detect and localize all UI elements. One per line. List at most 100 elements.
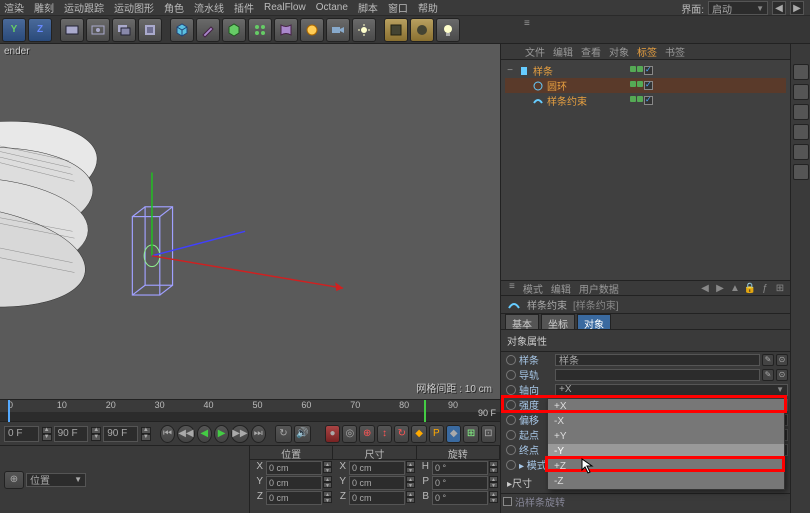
strip-btn-6[interactable]: [793, 164, 809, 180]
octane-1[interactable]: [384, 18, 408, 42]
attr-head-mode[interactable]: 模式: [523, 281, 543, 296]
coord-field[interactable]: 0 cm: [349, 461, 405, 475]
coord-mode-button[interactable]: ⊕: [4, 471, 24, 489]
light-button[interactable]: [352, 18, 376, 42]
key-pos-button[interactable]: ⊕: [359, 425, 374, 443]
key-scale-button[interactable]: ↕: [377, 425, 392, 443]
light-bulb-button[interactable]: [436, 18, 460, 42]
menu-plugins[interactable]: 插件: [234, 0, 254, 15]
frame-end-field[interactable]: 90 F: [103, 426, 138, 442]
spline-pen-button[interactable]: [196, 18, 220, 42]
om-tab-object[interactable]: 对象: [609, 44, 629, 59]
menu-motion-track[interactable]: 运动跟踪: [64, 0, 104, 15]
link-target-icon[interactable]: ⊙: [776, 354, 788, 366]
coord-field[interactable]: 0 °: [432, 461, 488, 475]
coord-field[interactable]: 0 °: [432, 476, 488, 490]
object-row[interactable]: 样条约束: [505, 93, 786, 108]
play-button[interactable]: ▶: [214, 425, 229, 443]
menu-render[interactable]: 渲染: [4, 0, 24, 15]
strip-btn-3[interactable]: [793, 104, 809, 120]
om-tab-file[interactable]: 文件: [525, 44, 545, 59]
attr-field[interactable]: +X▼: [555, 384, 788, 396]
coord-mode-drop[interactable]: 位置▼: [26, 473, 86, 487]
viewport[interactable]: ender 网格间距 : 10 cm: [0, 44, 500, 399]
object-manager[interactable]: −样条圆环样条约束: [501, 60, 790, 280]
attr-tab-basic[interactable]: 基本: [505, 314, 539, 329]
key-pla-button[interactable]: P: [429, 425, 444, 443]
array-button[interactable]: [248, 18, 272, 42]
key-opt-button[interactable]: ⊡: [481, 425, 496, 443]
layout-next[interactable]: ▶: [790, 1, 804, 15]
nav-fwd-icon[interactable]: ▶: [714, 282, 726, 294]
layout-prev[interactable]: ◀: [772, 1, 786, 15]
menu-mograph[interactable]: 运动图形: [114, 0, 154, 15]
key-rot-button[interactable]: ↻: [394, 425, 409, 443]
menu-octane[interactable]: Octane: [316, 2, 348, 13]
menu-sculpt[interactable]: 雕刻: [34, 0, 54, 15]
axis-z-button[interactable]: Z: [28, 18, 52, 42]
strip-btn-1[interactable]: [793, 64, 809, 80]
axis-option[interactable]: +Y: [548, 429, 784, 444]
render-view-button[interactable]: [60, 18, 84, 42]
frame-current-field[interactable]: 90 F: [54, 426, 89, 442]
frame-start-field[interactable]: 0 F: [4, 426, 39, 442]
menu-character[interactable]: 角色: [164, 0, 184, 15]
om-tab-edit[interactable]: 编辑: [553, 44, 573, 59]
attr-tab-object[interactable]: 对象: [577, 314, 611, 329]
nav-back-icon[interactable]: ◀: [699, 282, 711, 294]
coord-field[interactable]: 0 cm: [266, 461, 322, 475]
attr-head-edit[interactable]: 编辑: [551, 281, 571, 296]
key-all-button[interactable]: ⊞: [463, 425, 478, 443]
next-key-button[interactable]: ▶▶: [231, 425, 248, 443]
menu-script[interactable]: 脚本: [358, 0, 378, 15]
axis-option[interactable]: +X: [548, 399, 784, 414]
environment-button[interactable]: [300, 18, 324, 42]
om-menu-icon[interactable]: ≡: [524, 18, 530, 29]
nav-up-icon[interactable]: ▲: [729, 282, 741, 294]
key-sel-button[interactable]: ◆: [446, 425, 461, 443]
link-pick-icon[interactable]: ✎: [762, 354, 774, 366]
om-tab-view[interactable]: 查看: [581, 44, 601, 59]
coord-field[interactable]: 0 cm: [349, 491, 405, 505]
axis-y-button[interactable]: Y: [2, 18, 26, 42]
axis-option[interactable]: -X: [548, 414, 784, 429]
autokey-button[interactable]: ◎: [342, 425, 357, 443]
render-settings-button[interactable]: [112, 18, 136, 42]
link-pick-icon[interactable]: ✎: [762, 369, 774, 381]
attr-tab-coord[interactable]: 坐标: [541, 314, 575, 329]
primitive-cube-button[interactable]: [170, 18, 194, 42]
lock-icon[interactable]: 🔒: [744, 282, 756, 294]
octane-2[interactable]: [410, 18, 434, 42]
record-button[interactable]: ●: [325, 425, 340, 443]
object-row[interactable]: −样条: [505, 63, 786, 78]
axis-dropdown-open[interactable]: +X-X+Y-Y+Z-Z: [547, 398, 785, 490]
strip-btn-2[interactable]: [793, 84, 809, 100]
goto-end-button[interactable]: ⏭: [251, 425, 266, 443]
camera-button[interactable]: [326, 18, 350, 42]
om-tab-tags[interactable]: 标签: [637, 44, 657, 59]
menu-window[interactable]: 窗口: [388, 0, 408, 15]
menu-realflow[interactable]: RealFlow: [264, 2, 306, 13]
attr-field[interactable]: 样条: [555, 354, 760, 366]
link-target-icon[interactable]: ⊙: [776, 369, 788, 381]
new-icon[interactable]: ⊞: [774, 282, 786, 294]
menu-help[interactable]: 帮助: [418, 0, 438, 15]
layout-dropdown[interactable]: 启动▼: [708, 1, 768, 15]
coord-field[interactable]: 0 cm: [266, 476, 322, 490]
axis-option[interactable]: -Z: [548, 474, 784, 489]
deformer-button[interactable]: [274, 18, 298, 42]
coord-field[interactable]: 0 cm: [266, 491, 322, 505]
attr-field[interactable]: [555, 369, 760, 381]
coord-field[interactable]: 0 °: [432, 491, 488, 505]
play-back-button[interactable]: ◀: [197, 425, 212, 443]
nurbs-button[interactable]: [222, 18, 246, 42]
key-param-button[interactable]: ◆: [411, 425, 426, 443]
menu-pipeline[interactable]: 流水线: [194, 0, 224, 15]
coord-field[interactable]: 0 cm: [349, 476, 405, 490]
func-icon[interactable]: ƒ: [759, 282, 771, 294]
render-queue-button[interactable]: [138, 18, 162, 42]
render-region-button[interactable]: [86, 18, 110, 42]
strip-btn-4[interactable]: [793, 124, 809, 140]
goto-start-button[interactable]: ⏮: [160, 425, 175, 443]
timeline[interactable]: 010203040506070809090 F: [0, 399, 500, 421]
